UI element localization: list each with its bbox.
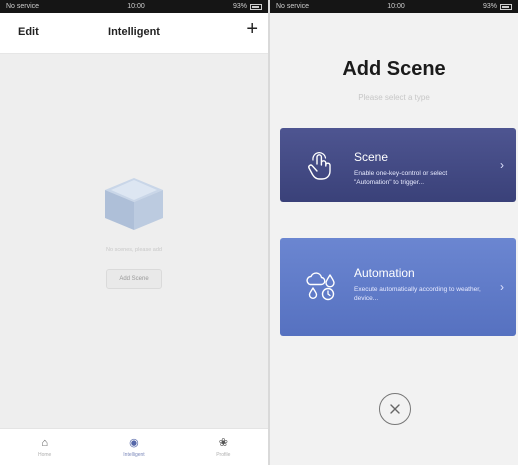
nav-bar: Edit Intelligent + <box>0 13 268 54</box>
chevron-right-icon: › <box>500 158 504 172</box>
battery-status: 93% <box>233 3 262 10</box>
chevron-right-icon: › <box>500 280 504 294</box>
time-text: 10:00 <box>127 3 145 10</box>
intelligent-screen: No service 10:00 93% Edit Intelligent + … <box>0 0 268 465</box>
tab-label: Home <box>37 451 52 458</box>
tab-bar: ⌂ Home ◉ Intelligent ❀ Profile <box>0 428 268 465</box>
automation-card-description: Execute automatically according to weath… <box>354 286 481 302</box>
automation-card[interactable]: Automation Execute automatically accordi… <box>280 238 516 336</box>
add-scene-button[interactable]: Add Scene <box>106 269 162 289</box>
battery-status: 93% <box>483 3 512 10</box>
status-bar: No service 10:00 93% <box>0 0 268 13</box>
scene-card-description: Enable one-key-control or select "Automa… <box>354 170 448 186</box>
battery-text: 93% <box>232 3 247 10</box>
status-bar: No service 10:00 93% <box>270 0 518 13</box>
time-text: 10:00 <box>387 3 405 10</box>
page-title: Intelligent <box>108 26 160 38</box>
tab-label: Intelligent <box>123 451 145 458</box>
carrier-text: No service <box>6 3 40 10</box>
scene-card-title: Scene <box>354 150 389 164</box>
tab-intelligent[interactable]: ◉ Intelligent <box>104 437 164 458</box>
smart-icon: ◉ <box>129 436 139 449</box>
tab-home[interactable]: ⌂ Home <box>15 437 75 458</box>
battery-icon <box>500 3 512 10</box>
battery-icon <box>250 3 262 10</box>
empty-state: No scenes, please add Add Scene <box>0 150 268 289</box>
box-illustration-icon <box>105 178 163 230</box>
scene-card[interactable]: Scene Enable one-key-control or select "… <box>280 128 516 202</box>
plus-icon[interactable]: + <box>246 19 258 39</box>
add-scene-title: Add Scene <box>342 58 446 80</box>
tab-profile[interactable]: ❀ Profile <box>193 437 253 458</box>
home-icon: ⌂ <box>41 436 48 449</box>
battery-text: 93% <box>482 3 497 10</box>
add-scene-screen: No service 10:00 93% Add Scene Please se… <box>270 0 518 465</box>
profile-icon: ❀ <box>218 436 228 449</box>
add-scene-subtitle: Please select a type <box>358 93 430 102</box>
tap-hand-icon <box>308 152 331 180</box>
tab-label: Profile <box>216 451 231 458</box>
automation-card-title: Automation <box>354 266 415 280</box>
carrier-text: No service <box>276 3 310 10</box>
close-icon <box>390 404 400 414</box>
weather-clock-icon <box>306 272 335 301</box>
close-button[interactable] <box>379 393 411 425</box>
empty-message: No scenes, please add <box>106 247 162 253</box>
